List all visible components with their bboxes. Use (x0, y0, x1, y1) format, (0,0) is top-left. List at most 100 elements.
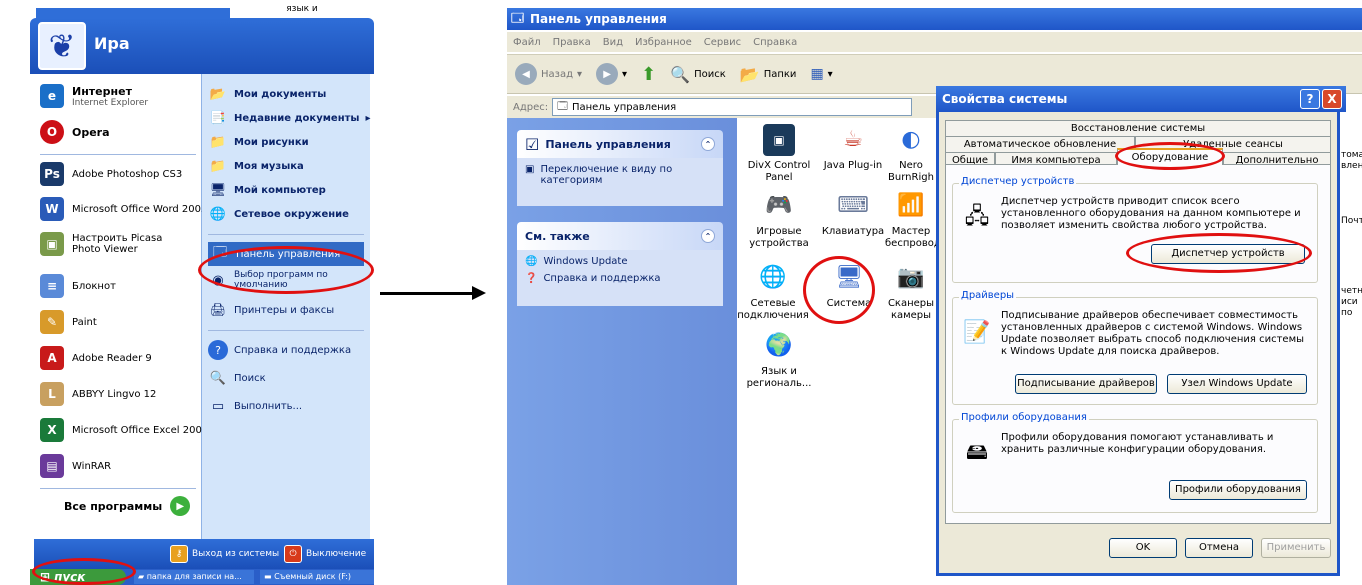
windows-update-button[interactable]: Узел Windows Update (1167, 374, 1307, 394)
network-icon: 🌐 (209, 206, 227, 222)
recent-label: Microsoft Office Word 2003 (72, 203, 208, 215)
winrar-icon: ▤ (40, 454, 64, 478)
recent-item[interactable]: X Microsoft Office Excel 2003 (40, 418, 208, 442)
shutdown-label: Выключение (306, 549, 367, 559)
cp-icon-language[interactable]: 🌍 Язык и региональ... (739, 330, 819, 390)
side-panel-title: Панель управления (545, 137, 671, 151)
menu-search[interactable]: 🔍 Поиск (208, 368, 266, 388)
recent-item[interactable]: Ps Adobe Photoshop CS3 (40, 162, 182, 186)
menu-my-music[interactable]: 📁 Моя музыка (208, 156, 304, 176)
collapse-icon[interactable]: ⌃ (701, 137, 715, 151)
logoff-button[interactable]: ⚷ Выход из системы (170, 545, 279, 563)
menu-my-pictures[interactable]: 📁 Мои рисунки (208, 132, 309, 152)
start-menu-right-column: 📂 Мои документы 📑 Недавние документы ▸ 📁 Мои… (202, 74, 370, 539)
folders-icon: 📂 (739, 64, 760, 84)
menu-run[interactable]: ▭ Выполнить... (208, 396, 302, 416)
green-arrow-icon: ▶ (170, 496, 191, 516)
menu-recent-documents[interactable]: 📑 Недавние документы ▸ (208, 108, 371, 128)
user-avatar: ❦ (38, 22, 86, 70)
shutdown-button[interactable]: ⏻ Выключение (284, 545, 366, 563)
ok-button[interactable]: OK (1109, 538, 1177, 558)
recent-label: Adobe Reader 9 (72, 352, 152, 364)
divider (40, 154, 196, 155)
cp-icon-label: Мастер беспровод (885, 226, 937, 249)
dialog-title-bar: Свойства системы ? X (936, 86, 1346, 112)
see-also-windows-update[interactable]: 🌐 Windows Update (525, 256, 715, 267)
panel-see-also-header[interactable]: См. также ⌃ (517, 222, 723, 250)
forward-button[interactable]: ▶ ▾ (596, 63, 627, 85)
taskbar-item[interactable]: ▰ папка для записи на... (134, 570, 254, 584)
recent-item[interactable]: W Microsoft Office Word 2003 (40, 197, 207, 221)
recent-item[interactable]: L ABBYY Lingvo 12 (40, 382, 156, 406)
up-button[interactable]: ⬆ (641, 64, 656, 85)
menu-help[interactable]: ? Справка и поддержка (208, 340, 351, 360)
cp-icon-network[interactable]: 🌐 Сетевые подключения (733, 262, 813, 322)
recent-label: Блокнот (72, 280, 116, 292)
tab-automatic-updates[interactable]: Автоматическое обновление (945, 136, 1135, 152)
flow-arrow (380, 292, 476, 295)
menu-my-documents[interactable]: 📂 Мои документы (208, 84, 326, 104)
wireless-icon: 📶 (897, 193, 925, 218)
device-manager-icon: 🖧 (964, 204, 990, 229)
recent-label: Настроить Picasa Photo Viewer (72, 233, 163, 255)
power-icon: ⏻ (284, 545, 302, 563)
menu-my-computer[interactable]: 🖥 Мой компьютер (208, 180, 326, 200)
pinned-internet[interactable]: e Интернет Internet Explorer (40, 84, 148, 108)
menu-printers[interactable]: 🖨 Принтеры и факсы (208, 300, 334, 320)
menu-tools[interactable]: Сервис (704, 37, 741, 48)
cp-icon-scanners[interactable]: 📷 Сканеры камеры (885, 262, 937, 322)
dropdown-icon: ▾ (622, 68, 628, 80)
menu-network[interactable]: 🌐 Сетевое окружение (208, 204, 349, 224)
cp-icon-java[interactable]: ☕ Java Plug-in (813, 124, 893, 172)
cp-icon-wireless[interactable]: 📶 Мастер беспровод (885, 190, 937, 250)
hardware-profiles-icon: 🖴 (965, 440, 989, 465)
highlight-ring-control-panel (198, 246, 374, 294)
menu-favorites[interactable]: Избранное (635, 37, 692, 48)
search-label: Поиск (694, 68, 726, 80)
cp-icon-label: Nero BurnRigh (888, 160, 934, 183)
cp-icon-label: Язык и региональ... (746, 366, 812, 389)
back-button[interactable]: ◀ Назад ▾ (515, 63, 582, 85)
hardware-profiles-button[interactable]: Профили оборудования (1169, 480, 1307, 500)
cancel-button[interactable]: Отмена (1185, 538, 1253, 558)
recent-item[interactable]: ▣ Настроить Picasa Photo Viewer (40, 232, 192, 256)
panel-control-panel-header[interactable]: ☑ Панель управления ⌃ (517, 130, 723, 158)
computer-icon: 🖥 (209, 182, 227, 198)
recent-item[interactable]: ▤ WinRAR (40, 454, 111, 478)
recent-item[interactable]: A Adobe Reader 9 (40, 346, 152, 370)
menu-help[interactable]: Справка (753, 37, 797, 48)
apply-button[interactable]: Применить (1261, 538, 1331, 558)
collapse-icon[interactable]: ⌃ (701, 229, 715, 243)
folder-icon: 📂 (209, 86, 227, 102)
cp-icon-nero[interactable]: ◐ Nero BurnRigh (885, 124, 937, 184)
views-button[interactable]: ▦ ▾ (810, 66, 832, 82)
search-button[interactable]: 🔍 Поиск (670, 65, 726, 84)
recent-item[interactable]: ✎ Paint (40, 310, 97, 334)
see-also-help[interactable]: ❓ Справка и поддержка (525, 273, 715, 284)
menu-file[interactable]: Файл (513, 37, 541, 48)
address-value: Панель управления (571, 101, 677, 113)
menu-label: Сетевое окружение (234, 208, 349, 220)
folders-button[interactable]: 📂 Папки (740, 65, 797, 84)
cp-icon-divx[interactable]: ▣ DivX Control Panel (739, 124, 819, 184)
cp-icon-label: DivX Control Panel (747, 160, 811, 183)
cp-icon-gamepad[interactable]: 🎮 Игровые устройства (739, 190, 819, 250)
cp-icon-label: Сканеры камеры (887, 298, 935, 321)
close-button[interactable]: X (1322, 89, 1342, 109)
switch-view-link[interactable]: ▣ Переключение к виду по категориям (525, 164, 715, 186)
cp-icon-keyboard[interactable]: ⌨ Клавиатура (813, 190, 893, 238)
word-icon: W (40, 197, 64, 221)
tab-system-restore[interactable]: Восстановление системы (945, 120, 1331, 136)
pinned-opera[interactable]: O Opera (40, 120, 110, 144)
menu-view[interactable]: Вид (603, 37, 623, 48)
help-button[interactable]: ? (1300, 89, 1320, 109)
all-programs-button[interactable]: Все программы ▶ (64, 496, 191, 516)
taskbar-item[interactable]: ▬ Съемный диск (F:) (260, 570, 374, 584)
window-title: Панель управления (530, 12, 667, 26)
menu-edit[interactable]: Правка (553, 37, 591, 48)
driver-signing-button[interactable]: Подписывание драйверов (1015, 374, 1157, 394)
right-edge-fragment: четны иси по (1341, 286, 1362, 318)
address-input[interactable]: 🗔 Панель управления (552, 98, 913, 116)
recent-item[interactable]: ≡ Блокнот (40, 274, 116, 298)
recent-label: ABBYY Lingvo 12 (72, 388, 157, 400)
